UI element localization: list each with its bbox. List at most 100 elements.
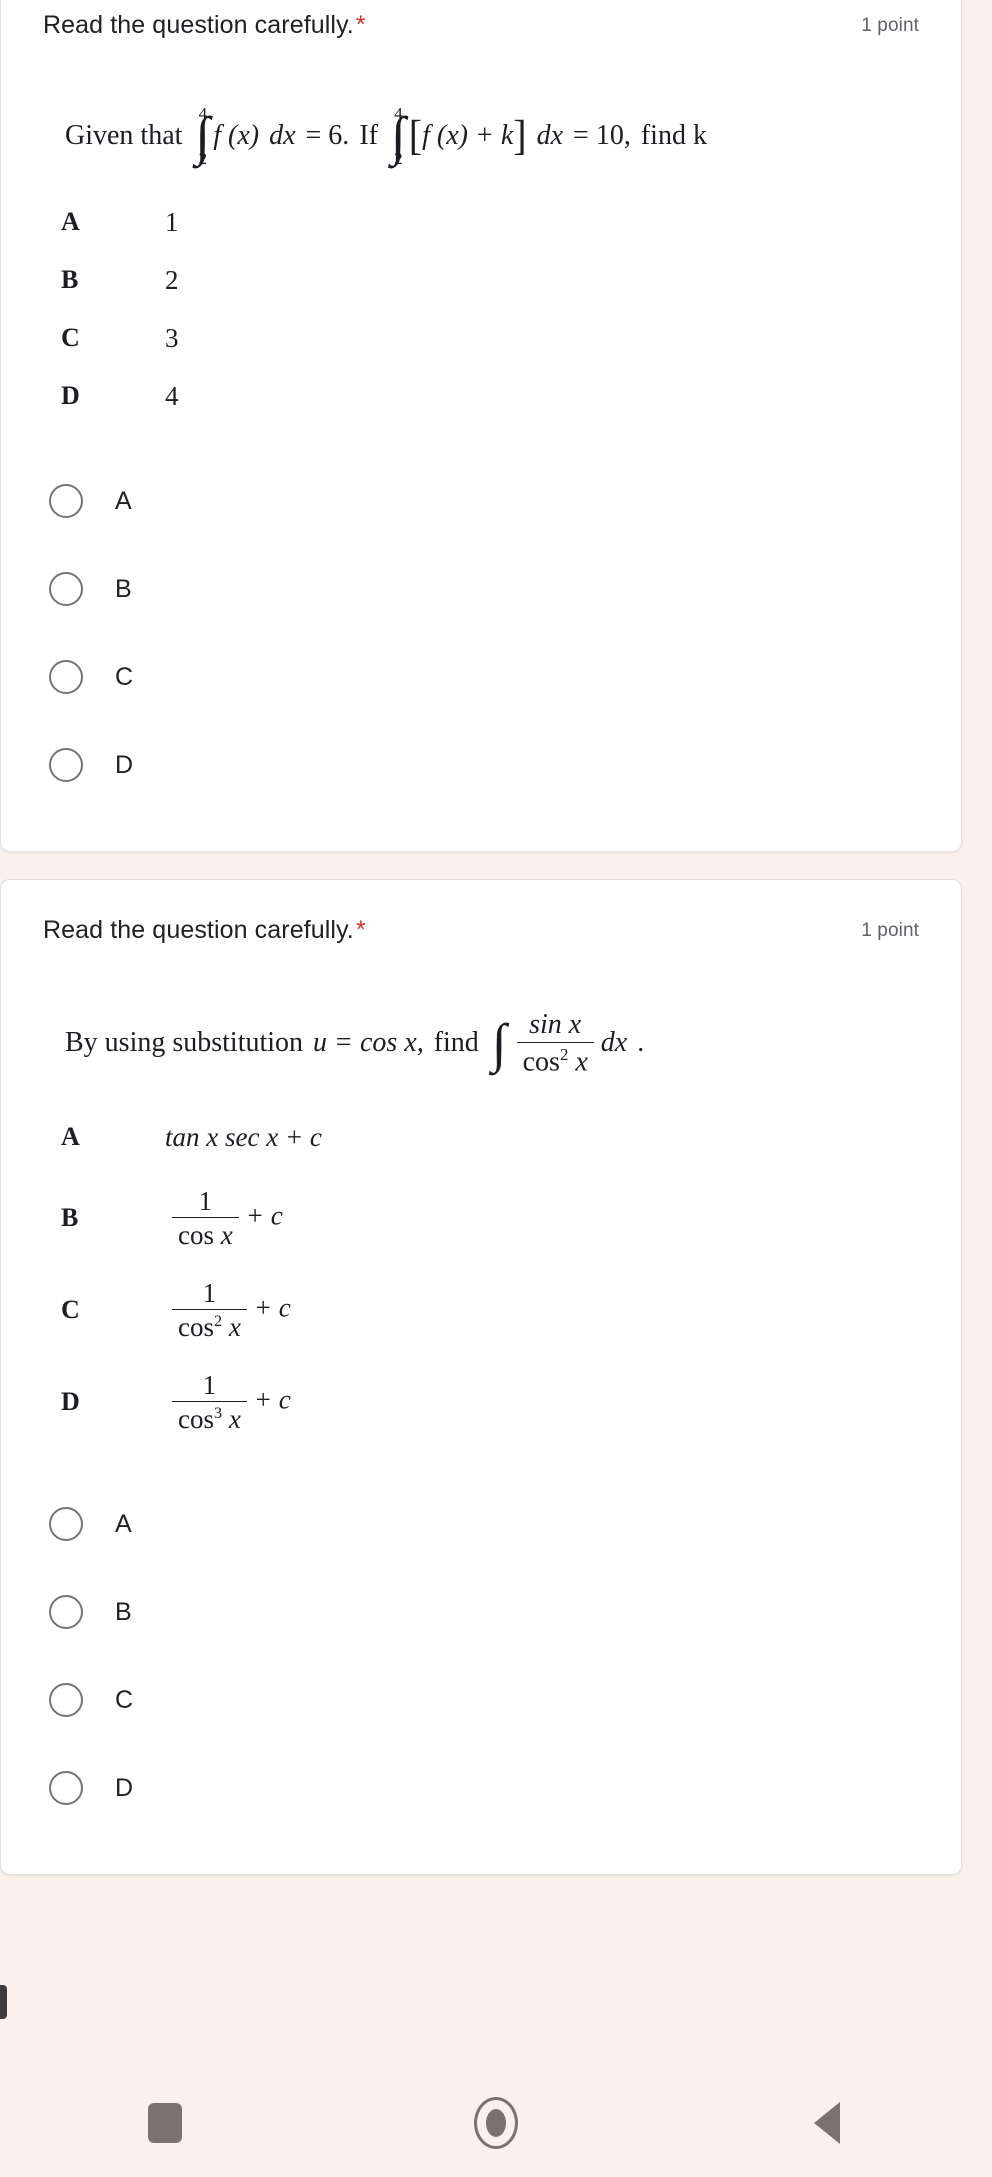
image-option-letter: A <box>61 207 80 237</box>
option-suffix: + c <box>253 1292 291 1323</box>
image-option-row: A 1 <box>61 193 919 251</box>
denominator-exponent: 2 <box>214 1312 223 1331</box>
stem-connector: If <box>359 120 378 152</box>
denominator-variable: x <box>575 1045 588 1077</box>
denominator-exponent: 3 <box>214 1404 223 1423</box>
stem-tail: . <box>637 1027 645 1059</box>
screen: Read the question carefully.* 1 point Gi… <box>0 0 992 2177</box>
question-2-header: Read the question carefully.* 1 point <box>43 914 919 948</box>
image-option-row: D 1 cos3 x + c <box>61 1356 919 1448</box>
radio-option-a[interactable]: A <box>49 457 919 545</box>
form-scroll-area[interactable]: Read the question carefully.* 1 point Gi… <box>0 0 992 2068</box>
bracket-close: ] <box>513 111 527 160</box>
question-2-points: 1 point <box>861 920 919 942</box>
radio-option-b[interactable]: B <box>49 545 919 633</box>
home-circle-inner <box>485 2108 506 2137</box>
radio-circle-icon[interactable] <box>49 1683 83 1718</box>
image-option-letter: A <box>61 1122 80 1152</box>
image-option-row: B 2 <box>61 251 919 309</box>
back-button[interactable] <box>767 2068 887 2177</box>
image-option-value: 3 <box>165 322 179 353</box>
denominator-variable: x <box>220 1220 233 1251</box>
differential-1: dx <box>269 120 296 152</box>
question-1-title: Read the question carefully.* <box>43 9 366 43</box>
back-triangle-icon[interactable] <box>813 2101 840 2144</box>
question-2-stem: By using substitution u = cos x, find ∫ … <box>43 958 919 1094</box>
required-star: * <box>355 916 366 945</box>
equals-six: = 6. <box>305 120 350 152</box>
option-fraction: 1 cos3 x <box>172 1371 247 1434</box>
substitution-expression: u = cos x, <box>313 1027 424 1059</box>
integral-sign-icon: ∫ <box>491 1012 507 1073</box>
denominator-base: cos <box>522 1045 560 1077</box>
stem-lead: By using substitution <box>65 1027 304 1059</box>
question-2-image-option-list: A tan x sec x + c B 1 cos x + c C 1 cos2… <box>43 1094 919 1454</box>
radio-option-c[interactable]: C <box>49 633 919 721</box>
image-option-row: C 3 <box>61 309 919 367</box>
radio-option-label: C <box>115 1685 134 1714</box>
radio-circle-icon[interactable] <box>49 572 83 607</box>
recents-button[interactable] <box>105 2068 225 2177</box>
home-button[interactable] <box>436 2068 556 2177</box>
stem-tail: find k <box>640 120 707 152</box>
denominator-base: cos <box>178 1312 214 1343</box>
question-2-title-text: Read the question carefully. <box>43 916 354 945</box>
question-1-title-text: Read the question carefully. <box>43 11 354 39</box>
image-option-value: 4 <box>165 380 179 411</box>
image-option-row: C 1 cos2 x + c <box>61 1264 919 1356</box>
stem-lead: Given that <box>65 120 183 152</box>
image-option-letter: C <box>61 1295 80 1325</box>
image-option-value: 1 cos2 x + c <box>165 1279 291 1342</box>
integral-sign-2: 4 ∫ 2 <box>390 103 406 169</box>
image-option-letter: B <box>61 265 79 295</box>
image-option-value: tan x sec x + c <box>165 1121 322 1152</box>
question-1-math-image: Given that 4 ∫ 2 f (x) dx = 6. If 4 ∫ 2 … <box>43 53 919 432</box>
question-2-math-image: By using substitution u = cos x, find ∫ … <box>43 958 919 1454</box>
question-1-radio-group[interactable]: A B C D <box>43 431 919 809</box>
question-1-header: Read the question carefully.* 1 point <box>43 9 919 43</box>
image-option-letter: D <box>61 1387 80 1417</box>
image-option-letter: D <box>61 381 80 411</box>
image-option-letter: B <box>61 1203 79 1233</box>
option-fraction: 1 cos x <box>172 1187 239 1250</box>
fraction-denominator: cos2 x <box>172 1309 247 1343</box>
radio-option-label: C <box>115 662 134 691</box>
denominator-variable: x <box>228 1312 241 1343</box>
differential-2: dx <box>536 120 564 152</box>
integrand-1: f (x) <box>213 120 260 152</box>
radio-option-b[interactable]: B <box>49 1568 919 1656</box>
radio-circle-icon[interactable] <box>49 660 83 695</box>
radio-option-d[interactable]: D <box>49 1744 919 1832</box>
image-option-row: A tan x sec x + c <box>61 1102 919 1172</box>
option-suffix: + c <box>253 1384 291 1415</box>
android-navigation-bar <box>0 2068 992 2177</box>
radio-circle-icon[interactable] <box>49 748 83 783</box>
radio-circle-icon[interactable] <box>49 1595 83 1630</box>
denominator-base: cos <box>178 1404 214 1435</box>
fraction-numerator: 1 <box>202 1277 217 1308</box>
image-option-row: B 1 cos x + c <box>61 1172 919 1264</box>
radio-circle-icon[interactable] <box>49 484 83 519</box>
home-circle-icon[interactable] <box>473 2096 518 2149</box>
radio-option-label: D <box>115 1773 134 1802</box>
radio-option-d[interactable]: D <box>49 721 919 809</box>
radio-option-c[interactable]: C <box>49 1656 919 1744</box>
radio-circle-icon[interactable] <box>49 1507 83 1542</box>
recents-square-icon[interactable] <box>148 2102 183 2143</box>
image-option-value: 2 <box>165 264 179 295</box>
radio-option-label: A <box>115 1509 132 1538</box>
fraction-denominator: cos2 x <box>516 1041 594 1077</box>
image-option-value: 1 <box>165 206 179 237</box>
differential: dx <box>600 1027 628 1059</box>
integrand-2: f (x) + k <box>422 120 514 152</box>
question-2-radio-group[interactable]: A B C D <box>43 1454 919 1832</box>
radio-circle-icon[interactable] <box>49 1771 83 1806</box>
radio-option-a[interactable]: A <box>49 1480 919 1568</box>
integrand-fraction: sin x cos2 x <box>516 1010 594 1077</box>
integral-1-lower-limit: 2 <box>198 149 208 169</box>
bracket-open: [ <box>408 111 423 160</box>
radio-option-label: B <box>115 1597 132 1626</box>
scrollbar-thumb[interactable] <box>0 1985 7 2019</box>
question-1-stem: Given that 4 ∫ 2 f (x) dx = 6. If 4 ∫ 2 … <box>43 53 919 186</box>
integral-sign-1: 4 ∫ 2 <box>195 103 211 169</box>
